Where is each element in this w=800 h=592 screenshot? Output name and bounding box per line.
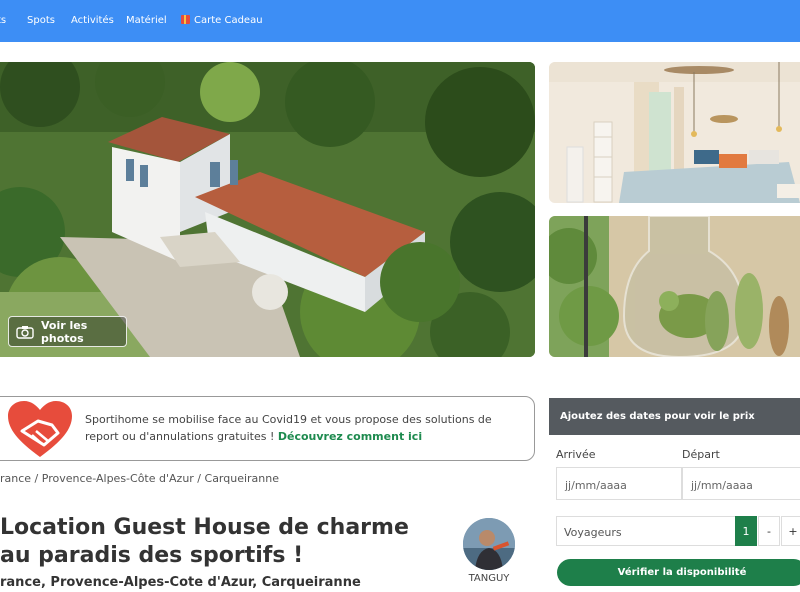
bedroom-image [549,62,800,203]
gift-icon [181,15,190,24]
travellers-label: Voyageurs [564,526,622,539]
see-photos-label: Voir les photos [41,318,88,345]
departure-label: Départ [682,448,720,461]
breadcrumb[interactable]: rance / Provence-Alpes-Côte d'Azur / Car… [0,472,279,485]
host-avatar[interactable] [463,518,515,570]
see-photos-button[interactable]: Voir les photos [8,316,127,347]
covid-message: Sportihome se mobilise face au Covid19 e… [85,411,505,445]
host-name: TANGUY [468,573,510,584]
travellers-minus-button[interactable]: - [758,516,780,546]
nav-item-gift-card[interactable]: Carte Cadeau [181,15,263,26]
arrival-label: Arrivée [556,448,596,461]
nav-item-activites[interactable]: Activités [71,15,114,26]
plants-photo[interactable] [549,216,800,357]
nav-item-materiel[interactable]: Matériel [126,15,167,26]
arrival-date-input[interactable]: jj/mm/aaaa [556,467,682,500]
booking-header: Ajoutez des dates pour voir le prix [549,398,800,435]
nav-item-spots-partial[interactable]: ts [0,15,6,26]
house-aerial-image [0,62,535,357]
travellers-field[interactable]: Voyageurs [556,516,736,546]
terrarium-image [549,216,800,357]
covid-banner: Sportihome se mobilise face au Covid19 e… [0,396,535,461]
page-title: Location Guest House de charme au paradi… [0,515,409,568]
travellers-count: 1 [735,516,757,546]
check-availability-button[interactable]: Vérifier la disponibilité [557,559,800,586]
gift-card-label: Carte Cadeau [194,15,263,26]
covid-info-link[interactable]: Découvrez comment ici [278,430,422,443]
heart-hands-icon [8,401,72,463]
bedroom-photo[interactable] [549,62,800,203]
listing-location: rance, Provence-Alpes-Cote d'Azur, Carqu… [0,575,361,590]
travellers-plus-button[interactable]: + [781,516,800,546]
top-navbar: ts Spots Activités Matériel Carte Cadeau [0,0,800,42]
camera-icon [16,325,34,339]
departure-date-input[interactable]: jj/mm/aaaa [682,467,800,500]
nav-item-spots[interactable]: Spots [27,15,55,26]
main-photo[interactable]: Voir les photos [0,62,535,357]
